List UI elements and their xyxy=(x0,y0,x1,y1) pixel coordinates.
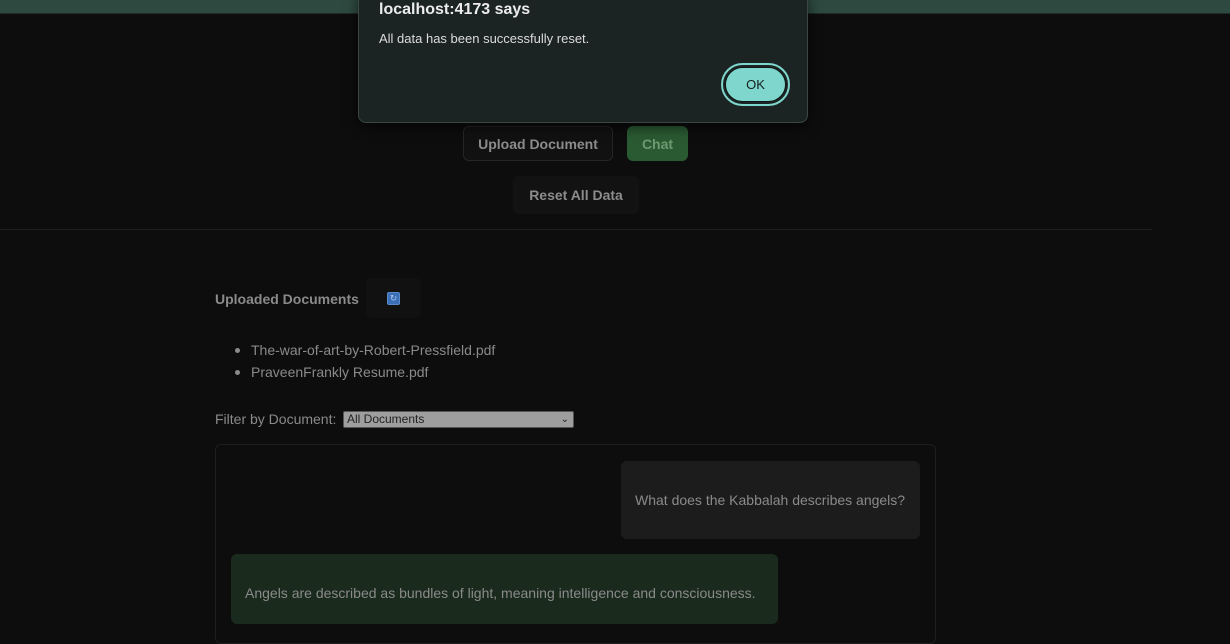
user-message: What does the Kabbalah describes angels? xyxy=(621,461,920,539)
reset-all-data-button[interactable]: Reset All Data xyxy=(513,176,639,214)
alert-ok-button[interactable]: OK xyxy=(721,63,790,106)
chat-history: What does the Kabbalah describes angels?… xyxy=(215,444,936,644)
document-filter-select[interactable]: All Documents ⌄ xyxy=(343,411,574,428)
user-message-text: What does the Kabbalah describes angels? xyxy=(635,492,906,508)
filter-selected-value: All Documents xyxy=(347,412,425,426)
alert-message: All data has been successfully reset. xyxy=(379,31,590,46)
assistant-message: Angels are described as bundles of light… xyxy=(231,554,778,624)
uploaded-documents-title: Uploaded Documents xyxy=(215,291,359,307)
alert-dialog: localhost:4173 says All data has been su… xyxy=(358,0,808,123)
document-list-item: PraveenFrankly Resume.pdf xyxy=(233,361,495,383)
filter-label: Filter by Document: xyxy=(215,411,337,427)
document-list-item: The-war-of-art-by-Robert-Pressfield.pdf xyxy=(233,339,495,361)
alert-title: localhost:4173 says xyxy=(379,1,531,18)
refresh-icon: ↻ xyxy=(387,292,400,305)
chat-button[interactable]: Chat xyxy=(627,126,688,161)
chevron-down-icon: ⌄ xyxy=(560,414,569,425)
section-divider xyxy=(0,229,1152,230)
alert-ok-label: OK xyxy=(725,67,786,102)
assistant-message-text: Angels are described as bundles of light… xyxy=(245,585,756,601)
document-list: The-war-of-art-by-Robert-Pressfield.pdf … xyxy=(233,339,495,383)
upload-document-button[interactable]: Upload Document xyxy=(463,126,613,161)
refresh-documents-button[interactable]: ↻ xyxy=(366,278,421,318)
